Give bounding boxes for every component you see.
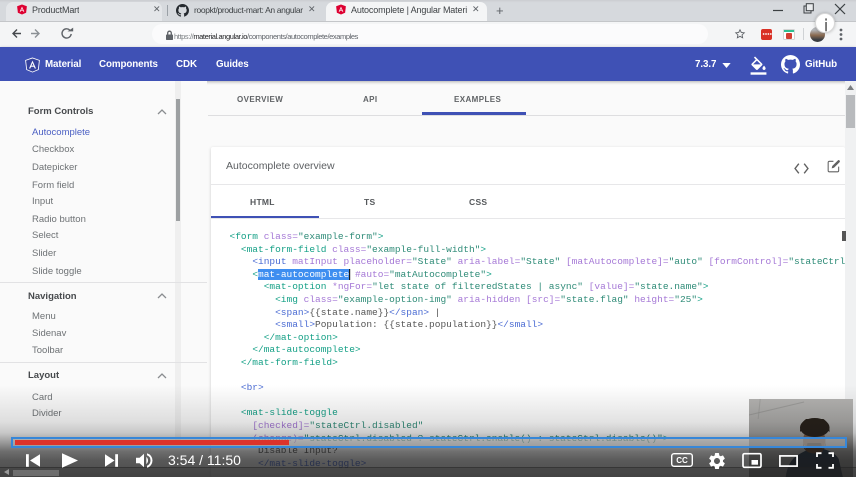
svg-text:CC: CC [676,456,688,465]
